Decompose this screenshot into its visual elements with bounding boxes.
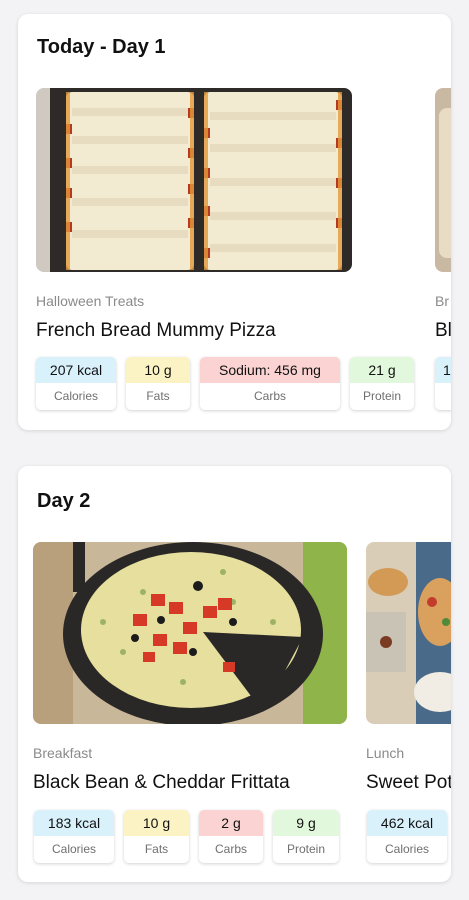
carbs-value: 2 g [199,810,263,836]
protein-value: 21 g [350,357,414,383]
recipe-name: Black Bean & Cheddar Frittata [33,772,290,793]
calories-chip: 1 [435,357,451,410]
recipe-name: Sweet Pot [366,772,451,793]
fats-label: Fats [146,389,170,403]
nutrient-chips: 183 kcal Calories 10 g Fats 2 g Carbs 9 … [34,810,339,863]
nutrient-chips: 207 kcal Calories 10 g Fats Sodium: 456 … [36,357,414,410]
fats-label: Fats [144,842,169,856]
protein-value: 9 g [273,810,339,836]
carbs-value: Sodium: 456 mg [200,357,340,383]
calories-value: 183 kcal [34,810,114,836]
calories-label: Calories [53,389,98,403]
recipe-category: Lunch [366,745,405,761]
recipe-category: Br [435,293,449,309]
carbs-label: Carbs [214,842,247,856]
day-title: Day 2 [37,490,91,512]
protein-label: Protein [362,389,402,403]
recipe-card[interactable]: Breakfast Black Bean & Cheddar Frittata … [33,542,363,872]
calories-label [435,383,451,410]
fats-chip: 10 g Fats [124,810,189,863]
recipe-image [366,542,451,724]
protein-chip: 9 g Protein [273,810,339,863]
recipe-image [435,88,451,272]
recipe-card[interactable]: Halloween Treats French Bread Mummy Pizz… [36,88,414,418]
calories-label: Calories [51,842,96,856]
recipe-image [36,88,352,272]
fats-value: 10 g [124,810,189,836]
day-card-1: Today - Day 1 Halloween Treats French Br… [18,14,451,430]
fats-chip: 10 g Fats [126,357,190,410]
protein-label: Protein [286,842,326,856]
protein-chip: 21 g Protein [350,357,414,410]
calories-chip: 183 kcal Calories [34,810,114,863]
carbs-chip: 2 g Carbs [199,810,263,863]
carbs-chip: Sodium: 456 mg Carbs [200,357,340,410]
calories-value: 207 kcal [36,357,116,383]
fats-value: 10 g [126,357,190,383]
carbs-label: Carbs [253,389,286,403]
calories-value: 1 [435,357,451,383]
nutrient-chips: 1 [435,357,451,410]
calories-chip: 207 kcal Calories [36,357,116,410]
recipe-image [33,542,347,724]
day-title: Today - Day 1 [37,36,166,58]
nutrient-chips: 462 kcal Calories [367,810,447,863]
recipe-card[interactable]: Lunch Sweet Pot 462 kcal Calories [366,542,451,872]
calories-chip: 462 kcal Calories [367,810,447,863]
recipe-card[interactable]: Br Bl 1 [435,88,451,418]
recipe-name: French Bread Mummy Pizza [36,320,276,341]
day-card-2: Day 2 Breakfast Black Bean & Cheddar Fri… [18,466,451,882]
recipe-name: Bl [435,320,451,341]
recipe-category: Breakfast [33,745,93,761]
recipe-category: Halloween Treats [36,293,145,309]
calories-value: 462 kcal [367,810,447,836]
calories-label: Calories [384,842,429,856]
